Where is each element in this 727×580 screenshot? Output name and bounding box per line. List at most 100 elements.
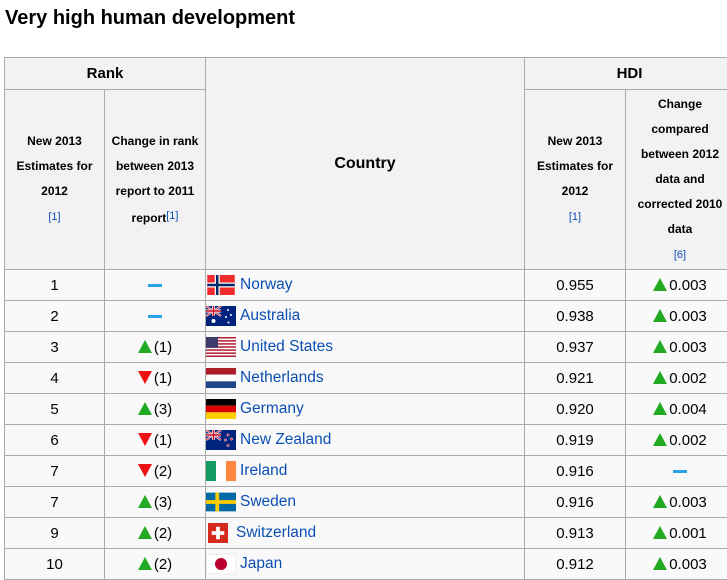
rank-cell: 6	[5, 425, 105, 456]
table-row: 4(1)Netherlands0.9210.002	[5, 363, 727, 394]
country-link[interactable]: Norway	[240, 276, 293, 293]
country-cell: Germany	[206, 394, 525, 425]
rank-change-cell: (1)	[105, 425, 206, 456]
germany-flag-icon	[206, 399, 236, 419]
hdi-change-value: 0.003	[669, 556, 707, 573]
rank-change-cell: (3)	[105, 487, 206, 518]
hdi-change-cell	[626, 456, 727, 487]
table-row: 1 Norway 0.9550.003	[5, 270, 727, 301]
rank-change-value: (1)	[154, 432, 172, 449]
country-link[interactable]: Japan	[240, 555, 282, 572]
rank-cell: 1	[5, 270, 105, 301]
up-arrow-icon	[653, 433, 667, 446]
table-row: 9 (2) Switzerland 0.913 0.001	[5, 518, 727, 549]
hdi-group-header: HDI	[525, 58, 727, 90]
reference-link[interactable]: [1]	[48, 211, 60, 223]
country-link[interactable]: United States	[240, 338, 333, 355]
country-link[interactable]: Germany	[240, 400, 304, 417]
country-cell: United States	[206, 332, 525, 363]
rank-cell: 9	[5, 518, 105, 549]
hdi-value-cell: 0.920	[525, 394, 626, 425]
hdi-change-cell: 0.003	[626, 487, 727, 518]
hdi-estimates-header: New 2013 Estimates for 2012 [1]	[525, 90, 626, 270]
up-arrow-icon	[138, 526, 152, 539]
reference-link[interactable]: [1]	[569, 211, 581, 223]
hdi-change-value: 0.001	[669, 525, 707, 542]
country-cell: Japan	[206, 549, 525, 580]
rank-change-cell	[105, 301, 206, 332]
down-arrow-icon	[138, 433, 152, 446]
up-arrow-icon	[653, 371, 667, 384]
country-header: Country	[206, 58, 525, 270]
hdi-table: Rank Country HDI New 2013 Estimates for …	[4, 57, 727, 580]
hdi-change-header: Change compared between 2012 data and co…	[626, 90, 727, 270]
rank-change-value: (2)	[154, 525, 172, 542]
hdi-value-cell: 0.912	[525, 549, 626, 580]
table-row: 2 Australia 0.938 0.003	[5, 301, 727, 332]
country-cell: Netherlands	[206, 363, 525, 394]
up-arrow-icon	[138, 402, 152, 415]
rank-cell: 4	[5, 363, 105, 394]
table-body: 1Norway0.9550.0032Australia0.9380.0033(1…	[5, 270, 727, 580]
rank-cell: 7	[5, 456, 105, 487]
rank-cell: 3	[5, 332, 105, 363]
hdi-change-cell: 0.002	[626, 363, 727, 394]
page-title: Very high human development	[5, 5, 295, 31]
no-change-dash-icon	[148, 315, 162, 318]
rank-cell: 5	[5, 394, 105, 425]
down-arrow-icon	[138, 464, 152, 477]
hdi-change-cell: 0.003	[626, 301, 727, 332]
usa-flag-icon	[206, 337, 236, 357]
switzerland-flag-icon	[208, 523, 228, 543]
country-link[interactable]: Ireland	[240, 462, 287, 479]
rank-change-value: (3)	[154, 494, 172, 511]
rank-change-cell: (1)	[105, 363, 206, 394]
hdi-change-cell: 0.003	[626, 270, 727, 301]
country-cell: Sweden	[206, 487, 525, 518]
reference-link[interactable]: [6]	[674, 249, 686, 261]
rank-change-header: Change in rank between 2013 report to 20…	[105, 90, 206, 270]
hdi-change-value: 0.002	[669, 432, 707, 449]
up-arrow-icon	[653, 340, 667, 353]
country-link[interactable]: Netherlands	[240, 369, 324, 386]
rank-change-cell: (1)	[105, 332, 206, 363]
table-row: 5(3)Germany0.9200.004	[5, 394, 727, 425]
rank-group-header: Rank	[5, 58, 206, 90]
australia-flag-icon	[206, 306, 236, 326]
japan-flag-icon	[206, 554, 236, 574]
country-cell: Ireland	[206, 456, 525, 487]
rank-change-cell: (2)	[105, 549, 206, 580]
rank-cell: 2	[5, 301, 105, 332]
rank-change-value: (1)	[154, 370, 172, 387]
country-cell: New Zealand	[206, 425, 525, 456]
table-row: 7(2)Ireland0.916	[5, 456, 727, 487]
country-link[interactable]: Australia	[240, 307, 300, 324]
up-arrow-icon	[653, 309, 667, 322]
country-cell: Norway	[206, 270, 525, 301]
hdi-change-cell: 0.003	[626, 332, 727, 363]
country-link[interactable]: New Zealand	[240, 431, 331, 448]
up-arrow-icon	[653, 495, 667, 508]
up-arrow-icon	[653, 402, 667, 415]
hdi-value-cell: 0.955	[525, 270, 626, 301]
hdi-change-value: 0.003	[669, 308, 707, 325]
hdi-value-cell: 0.938	[525, 301, 626, 332]
table-row: 3(1) United States 0.937 0.003	[5, 332, 727, 363]
up-arrow-icon	[653, 557, 667, 570]
rank-change-cell: (2)	[105, 518, 206, 549]
rank-change-value: (2)	[154, 556, 172, 573]
hdi-value-cell: 0.913	[525, 518, 626, 549]
table-row: 7(3)Sweden0.9160.003	[5, 487, 727, 518]
rank-cell: 7	[5, 487, 105, 518]
country-link[interactable]: Sweden	[240, 493, 296, 510]
rank-cell: 10	[5, 549, 105, 580]
country-link[interactable]: Switzerland	[236, 524, 316, 541]
hdi-change-value: 0.003	[669, 339, 707, 356]
hdi-change-value: 0.003	[669, 494, 707, 511]
country-cell: Australia	[206, 301, 525, 332]
up-arrow-icon	[138, 340, 152, 353]
hdi-value-cell: 0.937	[525, 332, 626, 363]
rank-change-cell: (2)	[105, 456, 206, 487]
reference-link[interactable]: [1]	[166, 210, 178, 222]
rank-change-value: (3)	[154, 401, 172, 418]
